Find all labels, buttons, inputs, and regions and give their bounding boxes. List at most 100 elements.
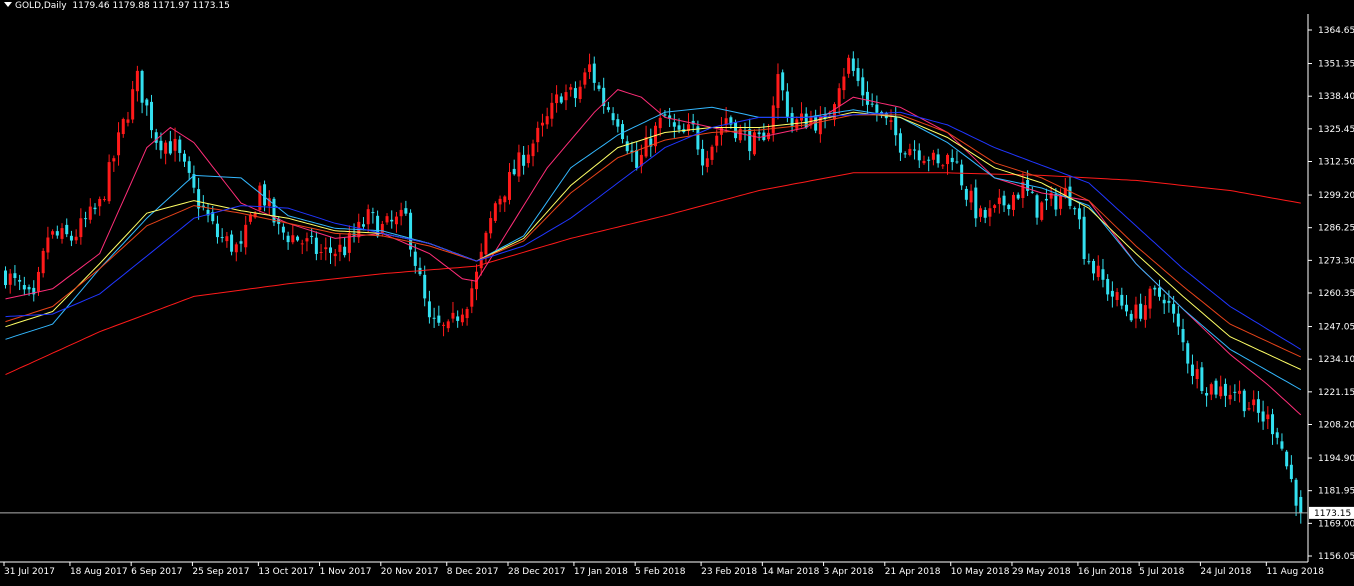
candle-body bbox=[117, 132, 121, 156]
candle bbox=[1007, 203, 1011, 216]
candle-body bbox=[898, 133, 902, 153]
chart-area[interactable]: GOLD,Daily 1179.46 1179.88 1171.97 1173.… bbox=[0, 0, 1354, 582]
candle-body bbox=[1115, 292, 1119, 300]
candle-body bbox=[18, 279, 22, 282]
candle-body bbox=[946, 154, 950, 165]
candle-body bbox=[371, 212, 375, 214]
candle bbox=[1054, 188, 1058, 217]
candle bbox=[946, 153, 950, 175]
candle-body bbox=[150, 101, 154, 131]
candle-body bbox=[545, 116, 549, 125]
candle bbox=[776, 63, 780, 120]
candle bbox=[1275, 427, 1279, 445]
candle bbox=[267, 190, 271, 216]
candle bbox=[748, 118, 752, 161]
candle-body bbox=[347, 233, 351, 253]
candle-body bbox=[1092, 260, 1096, 274]
candle-body bbox=[588, 64, 592, 73]
candle bbox=[1129, 310, 1133, 323]
candle-body bbox=[531, 143, 535, 157]
candle-body bbox=[1223, 383, 1227, 396]
candle bbox=[696, 120, 700, 156]
candle bbox=[465, 306, 469, 326]
candle bbox=[69, 230, 73, 247]
candle-body bbox=[1266, 414, 1270, 420]
date-tick-label: 28 Dec 2017 bbox=[508, 567, 565, 577]
candle-body bbox=[135, 70, 139, 92]
candle-body bbox=[507, 172, 511, 200]
candle bbox=[1044, 188, 1048, 210]
candle-body bbox=[399, 209, 403, 217]
candle bbox=[1106, 274, 1110, 301]
candle-body bbox=[107, 162, 111, 202]
candle bbox=[352, 223, 356, 243]
date-tick-label: 8 Dec 2017 bbox=[447, 567, 499, 577]
candle-body bbox=[842, 76, 846, 91]
candle-body bbox=[1219, 386, 1223, 397]
candle-body bbox=[635, 149, 639, 168]
candle-body bbox=[861, 77, 865, 96]
candle bbox=[173, 127, 177, 162]
date-tick-label: 31 Jul 2017 bbox=[4, 567, 55, 577]
candle-body bbox=[263, 184, 267, 206]
candle-body bbox=[286, 235, 290, 243]
candle bbox=[164, 140, 168, 165]
candle-body bbox=[776, 74, 780, 108]
candle bbox=[908, 143, 912, 157]
candle bbox=[117, 122, 121, 166]
candle-body bbox=[564, 92, 568, 101]
candle-body bbox=[781, 72, 785, 91]
candle-body bbox=[1068, 186, 1072, 206]
dropdown-triangle-icon[interactable] bbox=[4, 2, 12, 7]
candle bbox=[1040, 201, 1044, 222]
candle bbox=[1035, 193, 1039, 225]
candle-body bbox=[164, 142, 168, 154]
candle bbox=[512, 159, 516, 176]
candle bbox=[564, 84, 568, 111]
candle-body bbox=[225, 236, 229, 242]
candle-body bbox=[197, 189, 201, 209]
candle-body bbox=[1040, 202, 1044, 220]
candle bbox=[649, 128, 653, 157]
candle-body bbox=[1134, 304, 1138, 319]
candle bbox=[654, 122, 657, 153]
candle-body bbox=[159, 140, 163, 151]
candle-body bbox=[1016, 194, 1020, 199]
candle bbox=[743, 122, 747, 141]
candle-body bbox=[997, 197, 1001, 204]
candle bbox=[418, 257, 422, 276]
price-tick-label: 1221.15 bbox=[1318, 388, 1354, 398]
price-chart[interactable]: 1364.65 1351.35 1338.40 1325.45 1312.50 1299.… bbox=[0, 0, 1354, 582]
candle bbox=[1092, 258, 1096, 281]
candle bbox=[215, 215, 219, 244]
candle-body bbox=[465, 309, 469, 319]
candle-body bbox=[361, 224, 365, 227]
candle bbox=[578, 80, 582, 103]
candle-body bbox=[719, 127, 723, 135]
candle-body bbox=[314, 237, 318, 254]
candle-body bbox=[36, 271, 40, 292]
date-tick-label: 17 Jan 2018 bbox=[574, 567, 628, 577]
candle bbox=[1209, 382, 1213, 401]
candle-body bbox=[1200, 367, 1204, 391]
candle-body bbox=[442, 324, 446, 326]
candle-body bbox=[41, 250, 45, 274]
candle-body bbox=[771, 105, 775, 134]
candle-body bbox=[550, 102, 554, 119]
candle bbox=[950, 149, 954, 171]
candle bbox=[1261, 400, 1265, 430]
candle bbox=[988, 200, 992, 227]
date-tick-label: 13 Oct 2017 bbox=[258, 567, 314, 577]
candle-body bbox=[988, 208, 992, 217]
candle bbox=[1219, 375, 1223, 400]
candle bbox=[573, 81, 577, 107]
candle bbox=[404, 200, 408, 216]
candle bbox=[13, 265, 17, 286]
candle bbox=[1120, 287, 1124, 310]
candle bbox=[225, 231, 229, 248]
candle bbox=[668, 107, 672, 128]
candle bbox=[1139, 293, 1143, 322]
candle-body bbox=[785, 91, 789, 117]
candle-body bbox=[663, 114, 667, 116]
candle-body bbox=[456, 316, 460, 321]
